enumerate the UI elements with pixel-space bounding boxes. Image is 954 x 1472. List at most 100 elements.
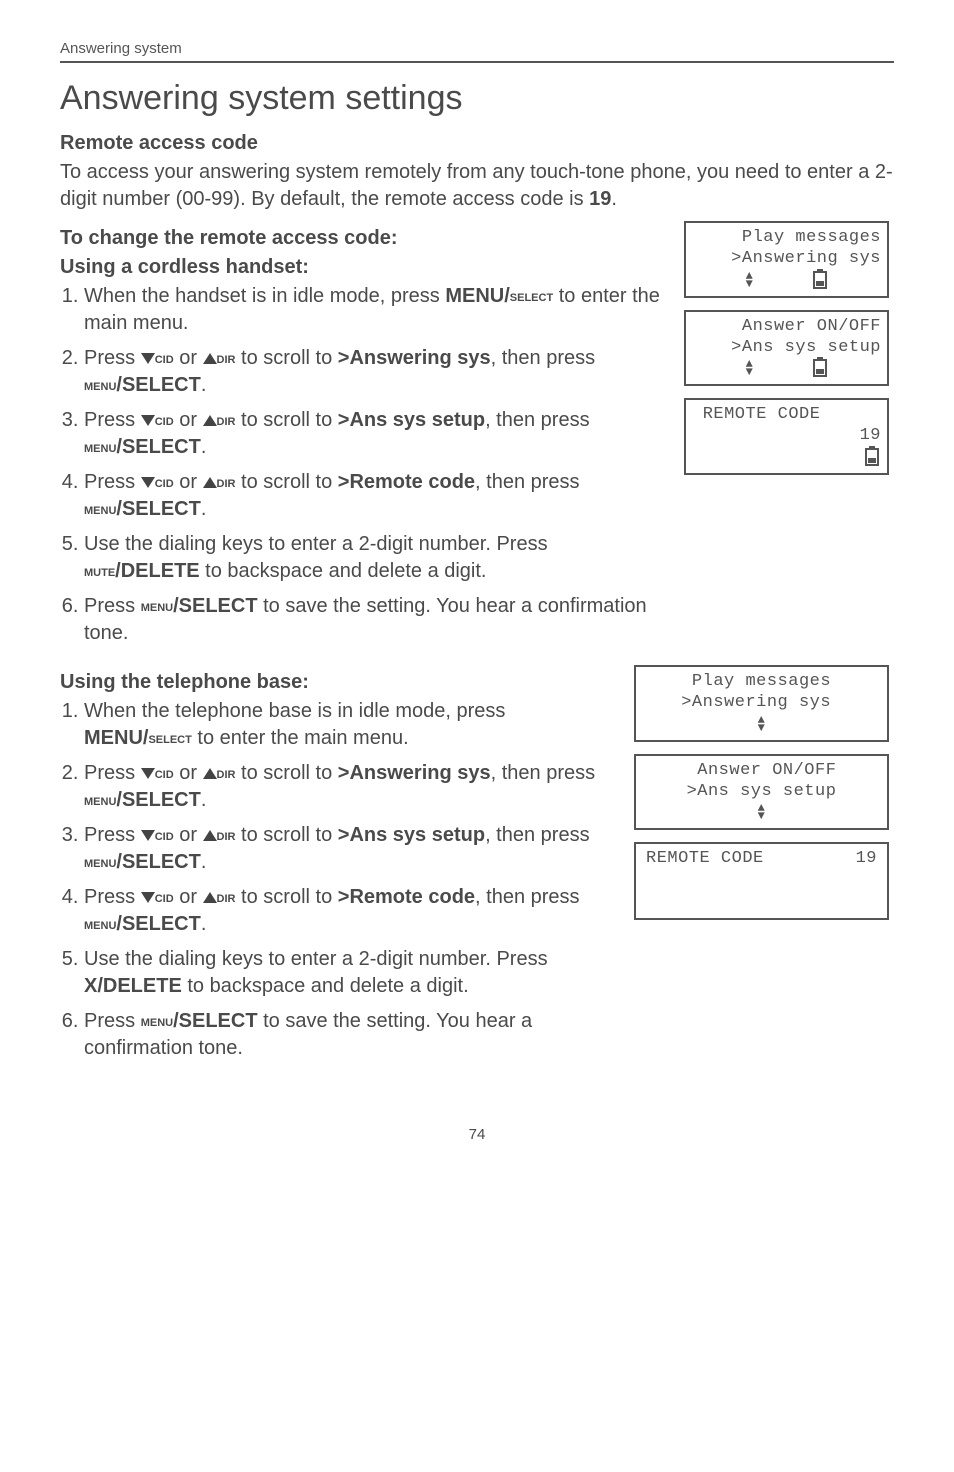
key-label: cid — [155, 350, 174, 367]
handset-steps: When the handset is in idle mode, press … — [60, 283, 664, 647]
button-label: /SELECT — [116, 789, 200, 811]
lcd-indicators: ▲▼ — [638, 714, 885, 734]
text: , then press — [485, 409, 590, 431]
key-label: dir — [217, 350, 236, 367]
divider — [60, 61, 894, 63]
key-label: cid — [155, 765, 174, 782]
up-triangle-icon — [203, 477, 217, 488]
lcd-screen-wide: REMOTE CODE 19 — [634, 842, 889, 920]
lcd-line: >Ans sys setup — [688, 337, 885, 358]
text: or — [174, 824, 203, 846]
lcd-screen: Play messages >Answering sys ▲▼ — [684, 221, 889, 298]
text: to scroll to — [236, 762, 338, 784]
step: Press cid or dir to scroll to >Remote co… — [84, 469, 664, 523]
lcd-screen: Answer ON/OFF >Ans sys setup ▲▼ — [684, 310, 889, 387]
up-triangle-icon — [203, 353, 217, 364]
text: , then press — [475, 886, 580, 908]
key-label: dir — [217, 765, 236, 782]
lcd-line: >Answering sys — [688, 248, 885, 269]
lcd-line: Play messages — [638, 671, 885, 692]
text: Press — [84, 347, 141, 369]
key-label: dir — [217, 827, 236, 844]
text: , then press — [475, 471, 580, 493]
key-label: cid — [155, 412, 174, 429]
text: . — [201, 851, 207, 873]
updown-arrows-icon: ▲▼ — [746, 360, 754, 376]
step: Use the dialing keys to enter a 2-digit … — [84, 531, 664, 585]
up-triangle-icon — [203, 768, 217, 779]
text: . — [201, 789, 207, 811]
lcd-indicators: ▲▼ — [688, 270, 885, 290]
button-label: menu — [84, 501, 116, 518]
lcd-line: >Answering sys — [638, 692, 885, 713]
text: To access your answering system remotely… — [60, 161, 893, 210]
lead-bold: Using a cordless handset: — [60, 256, 664, 279]
updown-arrows-icon: ▲▼ — [746, 272, 754, 288]
text: Press — [84, 471, 141, 493]
text: to scroll to — [236, 409, 338, 431]
button-label: menu — [141, 1013, 173, 1030]
text: Use the dialing keys to enter a 2-digit … — [84, 533, 548, 555]
button-label: mute — [84, 563, 115, 580]
key-label: cid — [155, 474, 174, 491]
text: Press — [84, 409, 141, 431]
button-label: /SELECT — [173, 595, 257, 617]
text: . — [201, 913, 207, 935]
text: . — [201, 374, 207, 396]
down-triangle-icon — [141, 830, 155, 841]
button-label: menu — [84, 854, 116, 871]
lcd-indicators: ▲▼ — [638, 802, 885, 822]
down-triangle-icon — [141, 477, 155, 488]
lcd-line — [638, 869, 885, 890]
up-triangle-icon — [203, 892, 217, 903]
menu-target: >Answering sys — [338, 347, 491, 369]
text: Press — [84, 595, 141, 617]
text: , then press — [491, 762, 596, 784]
text: or — [174, 409, 203, 431]
button-label: MENU/ — [84, 727, 148, 749]
text: Press — [84, 1010, 141, 1032]
base-steps: When the telephone base is in idle mode,… — [60, 698, 614, 1062]
button-label: select — [148, 730, 191, 747]
menu-target: >Ans sys setup — [338, 409, 485, 431]
up-triangle-icon — [203, 830, 217, 841]
text: When the telephone base is in idle mode,… — [84, 700, 505, 722]
step: Press cid or dir to scroll to >Answering… — [84, 345, 664, 399]
intro-paragraph: To access your answering system remotely… — [60, 159, 894, 213]
key-label: cid — [155, 889, 174, 906]
down-triangle-icon — [141, 353, 155, 364]
lcd-line: Play messages — [688, 227, 885, 248]
button-label: menu — [84, 439, 116, 456]
down-triangle-icon — [141, 892, 155, 903]
down-triangle-icon — [141, 415, 155, 426]
lcd-line: REMOTE CODE — [646, 848, 764, 869]
page-header: Answering system — [60, 40, 894, 57]
default-code: 19 — [589, 188, 611, 210]
text: or — [174, 886, 203, 908]
text: to backspace and delete a digit. — [200, 560, 487, 582]
step: Press cid or dir to scroll to >Ans sys s… — [84, 407, 664, 461]
lcd-line: Answer ON/OFF — [688, 316, 885, 337]
text: or — [174, 471, 203, 493]
up-triangle-icon — [203, 415, 217, 426]
step: When the telephone base is in idle mode,… — [84, 698, 614, 752]
battery-icon — [813, 359, 827, 377]
step: Press menu/SELECT to save the setting. Y… — [84, 593, 664, 647]
battery-icon — [813, 271, 827, 289]
button-label: /SELECT — [116, 913, 200, 935]
text: to scroll to — [236, 347, 338, 369]
text: to scroll to — [236, 886, 338, 908]
battery-icon — [865, 448, 879, 466]
lcd-line: Answer ON/OFF — [638, 760, 885, 781]
step: Use the dialing keys to enter a 2-digit … — [84, 946, 614, 1000]
text: or — [174, 762, 203, 784]
text: . — [201, 498, 207, 520]
button-label: /SELECT — [116, 436, 200, 458]
text: , then press — [485, 824, 590, 846]
menu-target: >Remote code — [338, 471, 475, 493]
lead-bold: To change the remote access code: — [60, 227, 664, 250]
menu-target: >Answering sys — [338, 762, 491, 784]
button-label: MENU/ — [445, 285, 509, 307]
lcd-line: REMOTE CODE — [688, 404, 885, 425]
lcd-line: >Ans sys setup — [638, 781, 885, 802]
